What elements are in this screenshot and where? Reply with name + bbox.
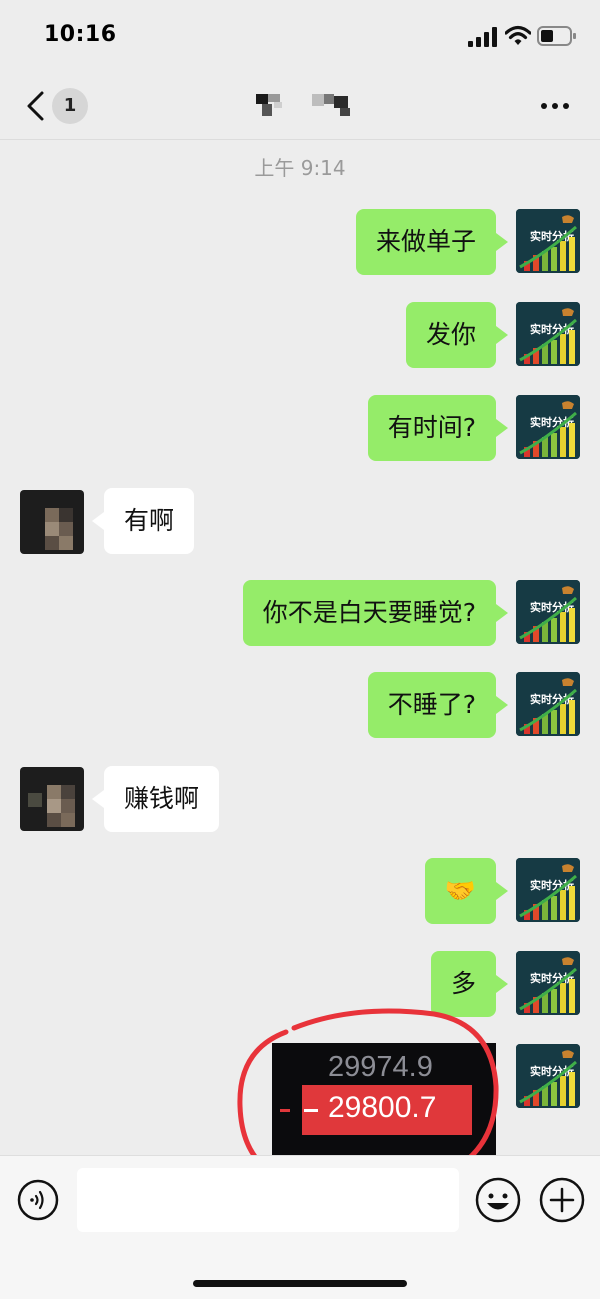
wifi-icon	[505, 25, 531, 45]
chat-input-bar	[0, 1155, 600, 1299]
price-line-marker	[280, 1109, 290, 1112]
more-icon-dot	[563, 103, 569, 109]
status-bar: 10:16	[0, 0, 600, 70]
emoji-button[interactable]	[474, 1176, 522, 1224]
home-indicator[interactable]	[193, 1280, 407, 1287]
chart-logo-icon: 实时分析	[516, 858, 580, 922]
chart-logo-icon: 实时分析	[516, 951, 580, 1015]
self-avatar[interactable]: 实时分析	[516, 672, 580, 736]
avatar-pixel	[61, 785, 75, 799]
price-current-label: 29800.7	[328, 1091, 437, 1124]
chat-title-redacted[interactable]	[256, 92, 356, 122]
self-avatar[interactable]: 实时分析	[516, 1044, 580, 1108]
plus-button[interactable]	[538, 1176, 586, 1224]
peer-avatar[interactable]	[20, 490, 84, 554]
message-bubble-self[interactable]: 发你	[405, 302, 509, 368]
self-avatar[interactable]: 实时分析	[516, 580, 580, 644]
avatar-pixel	[45, 536, 59, 550]
signal-icon	[468, 27, 497, 47]
price-screenshot-message[interactable]: 29974.9 29800.7	[272, 1043, 496, 1155]
message-bubble-self[interactable]: 多	[430, 951, 509, 1017]
more-icon	[541, 103, 547, 109]
message-bubble-self[interactable]: 🤝	[424, 858, 509, 924]
voice-input-button[interactable]	[16, 1178, 60, 1222]
message-timestamp: 上午 9:14	[254, 156, 346, 180]
avatar-pixel	[61, 813, 75, 827]
avatar-pixel	[47, 813, 61, 827]
self-avatar[interactable]: 实时分析	[516, 395, 580, 459]
message-bubble-peer[interactable]: 赚钱啊	[91, 766, 220, 832]
self-avatar[interactable]: 实时分析	[516, 951, 580, 1015]
avatar-pixel	[59, 522, 73, 536]
message-bubble-self[interactable]: 有时间?	[367, 395, 509, 461]
message-bubble-peer[interactable]: 有啊	[91, 488, 195, 554]
chart-logo-icon: 实时分析	[516, 209, 580, 273]
chart-logo-icon: 实时分析	[516, 580, 580, 644]
chat-nav-bar: 1	[0, 70, 600, 140]
unread-count-badge: 1	[52, 88, 88, 124]
avatar-pixel	[28, 793, 42, 807]
price-high-label: 29974.9	[328, 1051, 433, 1083]
chart-logo-icon: 实时分析	[516, 672, 580, 736]
message-input[interactable]	[77, 1168, 459, 1232]
more-icon-dot	[552, 103, 558, 109]
self-avatar[interactable]: 实时分析	[516, 858, 580, 922]
battery-icon	[537, 26, 576, 46]
back-icon	[27, 91, 44, 121]
avatar-pixel	[59, 536, 73, 550]
self-avatar[interactable]: 实时分析	[516, 302, 580, 366]
self-avatar[interactable]: 实时分析	[516, 209, 580, 273]
message-bubble-self[interactable]: 不睡了?	[367, 672, 509, 738]
status-time: 10:16	[44, 22, 117, 47]
message-bubble-self[interactable]: 来做单子	[355, 209, 509, 275]
avatar-pixel	[47, 785, 61, 799]
chart-logo-icon: 实时分析	[516, 302, 580, 366]
avatar-pixel	[45, 508, 59, 522]
message-bubble-self[interactable]: 你不是白天要睡觉?	[242, 580, 509, 646]
back-button[interactable]: 1	[14, 84, 94, 128]
chart-logo-icon: 实时分析	[516, 395, 580, 459]
avatar-pixel	[47, 799, 61, 813]
chart-logo-icon: 实时分析	[516, 1044, 580, 1108]
more-options-button[interactable]	[535, 90, 575, 120]
peer-avatar[interactable]	[20, 767, 84, 831]
price-line-marker	[304, 1109, 318, 1112]
avatar-pixel	[61, 799, 75, 813]
avatar-pixel	[45, 522, 59, 536]
avatar-pixel	[59, 508, 73, 522]
